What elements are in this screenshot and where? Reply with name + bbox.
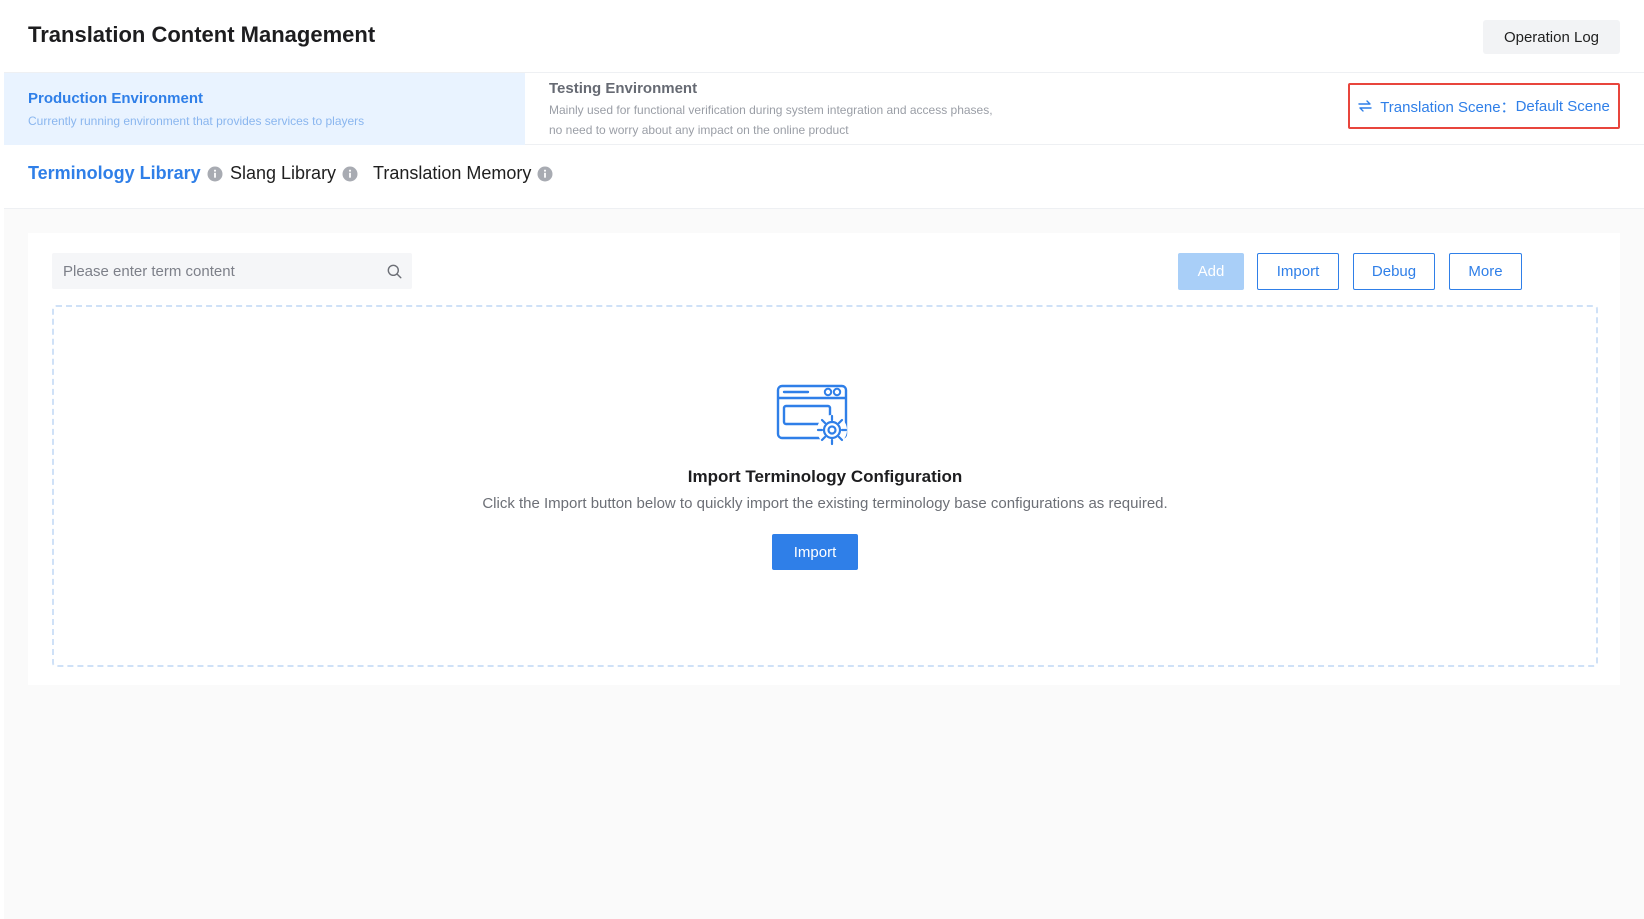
tab-label: Translation Memory <box>373 163 532 183</box>
empty-state-title: Import Terminology Configuration <box>687 467 963 486</box>
import-config-button[interactable]: Import <box>772 534 858 570</box>
debug-button[interactable]: Debug <box>1353 253 1435 290</box>
env-testing-name: Testing Environment <box>549 80 698 97</box>
env-production-description: Currently running environment that provi… <box>28 114 365 128</box>
tab-label: Terminology Library <box>28 163 201 183</box>
info-icon[interactable] <box>207 166 223 182</box>
search-box <box>52 253 412 289</box>
import-button[interactable]: Import <box>1257 253 1339 290</box>
env-production-name: Production Environment <box>28 90 204 107</box>
info-icon[interactable] <box>342 166 358 182</box>
tab-slang-library[interactable]: Slang Library <box>230 163 358 184</box>
env-tab-testing[interactable]: Testing Environment Mainly used for func… <box>525 73 1005 145</box>
add-button[interactable]: Add <box>1178 253 1244 290</box>
page-header: Translation Content Management Operation… <box>4 0 1644 72</box>
swap-icon <box>1358 100 1372 112</box>
library-tabs: Terminology Library Slang Library Transl… <box>4 145 1644 209</box>
tab-label: Slang Library <box>230 163 337 183</box>
tab-terminology-library[interactable]: Terminology Library <box>28 163 223 184</box>
empty-state-description: Click the Import button below to quickly… <box>482 495 1168 512</box>
info-icon[interactable] <box>537 166 553 182</box>
search-input[interactable] <box>52 253 377 289</box>
page-title: Translation Content Management <box>28 22 376 47</box>
operation-log-button[interactable]: Operation Log <box>1483 20 1620 54</box>
empty-state: Import Terminology Configuration Click t… <box>52 305 1598 667</box>
page: Translation Content Management Operation… <box>4 0 1644 919</box>
scene-label: Translation Scene： <box>1380 98 1516 116</box>
tab-translation-memory[interactable]: Translation Memory <box>373 163 553 184</box>
env-tab-production[interactable]: Production Environment Currently running… <box>4 73 525 145</box>
scene-value: Default Scene <box>1515 97 1610 115</box>
terminology-card: Add Import Debug More <box>28 233 1620 685</box>
env-testing-description: Mainly used for functional verification … <box>549 103 993 137</box>
browser-settings-icon <box>776 384 848 446</box>
search-icon[interactable] <box>387 264 402 279</box>
environment-bar: Production Environment Currently running… <box>4 72 1644 145</box>
translation-scene-switch[interactable]: Translation Scene： Default Scene <box>1348 83 1620 129</box>
more-button[interactable]: More <box>1449 253 1522 290</box>
